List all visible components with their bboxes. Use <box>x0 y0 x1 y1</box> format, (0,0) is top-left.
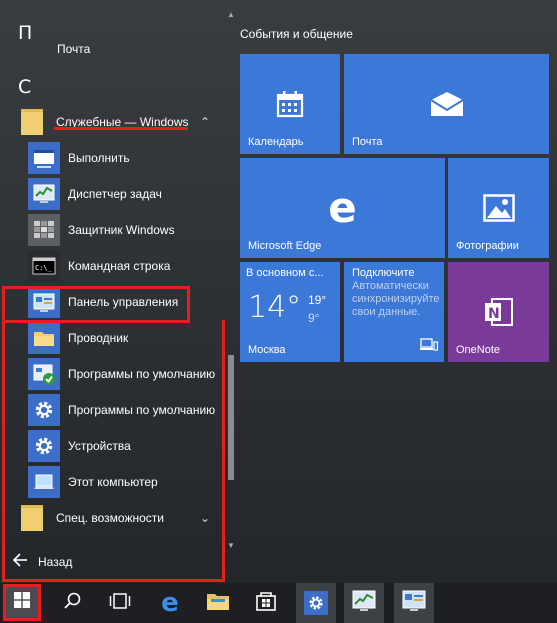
back-label: Назад <box>38 555 73 569</box>
sync-message-title: Подключите <box>352 267 415 279</box>
task-manager-icon <box>352 590 376 617</box>
tile-weather[interactable]: В основном с... 14° 19° 9° Москва <box>240 262 340 362</box>
windows-start-icon <box>14 592 30 613</box>
run-icon <box>28 142 60 174</box>
app-item-command-prompt-label: Командная строка <box>68 259 171 273</box>
task-manager-icon <box>28 178 60 210</box>
app-item-task-manager-label: Диспетчер задач <box>68 187 162 201</box>
weather-high: 19° <box>308 293 327 307</box>
app-item-mail[interactable]: Почта <box>0 34 222 64</box>
tiles-group-heading[interactable]: События и общение <box>240 27 353 41</box>
weather-temperature: 14° <box>248 290 302 325</box>
task-view-button[interactable] <box>100 583 140 623</box>
red-box-control-panel <box>2 286 190 323</box>
taskbar-file-explorer[interactable] <box>198 583 238 623</box>
tile-onenote-label: OneNote <box>456 344 501 356</box>
device-sync-icon <box>420 338 439 357</box>
red-underline-annotation <box>54 127 188 130</box>
tile-edge-label: Microsoft Edge <box>248 240 322 252</box>
tile-mail-label: Почта <box>352 136 383 148</box>
app-item-task-manager[interactable]: Диспетчер задач <box>0 176 222 212</box>
back-button[interactable]: Назад <box>12 552 72 572</box>
sync-message: Подключите Автоматически синхронизируйте… <box>352 267 444 319</box>
svg-text:N: N <box>488 306 500 322</box>
sync-message-body: Автоматически синхронизируйте свои данны… <box>352 280 440 318</box>
file-explorer-icon <box>206 591 230 616</box>
scroll-down-icon[interactable]: ▼ <box>227 541 235 550</box>
app-item-mail-label: Почта <box>57 42 91 56</box>
folder-windows-accessories[interactable]: Служебные — Windows ⌃ <box>0 104 222 140</box>
group-letter-c[interactable]: С <box>18 76 31 98</box>
tile-microsoft-edge[interactable]: e Microsoft Edge <box>240 158 445 258</box>
tile-calendar-label: Календарь <box>248 136 304 148</box>
tile-photos-label: Фотографии <box>456 240 519 252</box>
tile-calendar[interactable]: Календарь <box>240 54 340 154</box>
tile-mail[interactable]: Почта <box>344 54 549 154</box>
taskbar: e <box>0 583 557 623</box>
app-item-windows-defender-label: Защитник Windows <box>68 223 175 237</box>
folder-icon <box>16 106 48 138</box>
tile-connect-account[interactable]: Подключите Автоматически синхронизируйте… <box>344 262 444 362</box>
task-view-icon <box>109 592 131 615</box>
scroll-up-icon[interactable]: ▲ <box>227 10 235 19</box>
app-item-command-prompt[interactable]: C:\_ Командная строка <box>0 248 222 284</box>
app-item-windows-defender[interactable]: Защитник Windows <box>0 212 222 248</box>
taskbar-store[interactable] <box>246 583 286 623</box>
search-icon <box>63 592 81 615</box>
settings-icon <box>304 591 328 615</box>
command-prompt-icon: C:\_ <box>28 250 60 282</box>
app-item-run[interactable]: Выполнить <box>0 140 222 176</box>
app-list: П Почта С Служебные — Windows ⌃ Выполнит… <box>0 0 240 583</box>
weather-low: 9° <box>308 311 320 325</box>
start-button[interactable] <box>3 584 41 621</box>
edge-icon: e <box>161 588 179 618</box>
control-panel-icon <box>402 590 426 617</box>
app-list-scrollbar[interactable]: ▲ ▼ <box>227 10 235 550</box>
scroll-thumb[interactable] <box>228 355 234 480</box>
taskbar-settings[interactable] <box>296 583 336 623</box>
store-icon <box>255 590 277 617</box>
app-item-run-label: Выполнить <box>68 151 130 165</box>
arrow-left-icon <box>12 552 28 572</box>
start-menu: П Почта С Служебные — Windows ⌃ Выполнит… <box>0 0 557 583</box>
red-box-list-annotation <box>2 320 225 582</box>
weather-condition: В основном с... <box>246 267 324 279</box>
windows-defender-icon <box>28 214 60 246</box>
taskbar-edge[interactable]: e <box>150 583 190 623</box>
svg-text:C:\_: C:\_ <box>35 264 53 272</box>
taskbar-control-panel[interactable] <box>394 583 434 623</box>
search-button[interactable] <box>52 583 92 623</box>
chevron-up-icon: ⌃ <box>199 115 210 129</box>
weather-city: Москва <box>248 344 286 356</box>
taskbar-task-manager[interactable] <box>344 583 384 623</box>
tile-onenote[interactable]: N OneNote <box>448 262 549 362</box>
tile-photos[interactable]: Фотографии <box>448 158 549 258</box>
